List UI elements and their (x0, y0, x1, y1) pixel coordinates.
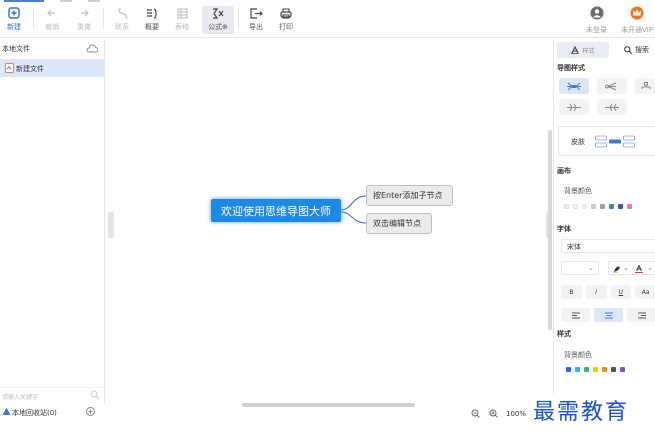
zoom-in-icon[interactable] (489, 409, 498, 420)
root-topic[interactable]: 欢迎使用思维导图大师 (211, 199, 341, 222)
tab-style-label: 样式 (582, 47, 595, 55)
color-swatch[interactable] (573, 204, 578, 209)
child-topic[interactable]: 双击编辑节点 (366, 213, 432, 234)
color-swatch[interactable] (627, 204, 632, 209)
color-swatch[interactable] (566, 367, 571, 372)
tab-search[interactable]: 搜索 (624, 42, 649, 58)
font-family-select[interactable]: 宋体 (561, 239, 655, 253)
structure-fishbone-button[interactable] (559, 99, 589, 115)
chevron-down-icon: ⌄ (647, 264, 653, 272)
text-style-icon (571, 46, 580, 54)
color-swatch[interactable] (602, 367, 607, 372)
font-family-value: 宋体 (567, 243, 581, 251)
right-structure-icon (604, 82, 620, 91)
font-color-select[interactable]: ⌄ ⌄ (608, 261, 655, 275)
structure-mindmap-button[interactable] (559, 78, 589, 94)
panel-tabs: 样式 搜索 (554, 42, 655, 58)
color-swatch[interactable] (584, 367, 589, 372)
tab-style[interactable]: 样式 (557, 42, 609, 58)
zoom-level: 100% (506, 410, 527, 418)
tab-search-label: 搜索 (635, 46, 649, 54)
case-button[interactable]: Aa (635, 285, 655, 299)
align-left-button[interactable] (561, 308, 590, 322)
skin-preview-icon (595, 135, 635, 150)
mindmap-structure-icon (566, 82, 582, 91)
vertical-scrollbar[interactable] (548, 130, 552, 330)
skin-label: 皮肤 (571, 138, 585, 146)
mindmap-app: 新建 撤销 重做 联系 概要 表格 公式⊕ 导出 打印 未登录 未开通VIP 本… (0, 0, 655, 441)
structure-timeline-button[interactable] (597, 99, 627, 115)
color-swatch[interactable] (582, 204, 587, 209)
underline-button[interactable]: U (610, 285, 632, 299)
color-swatch[interactable] (564, 204, 569, 209)
color-swatch[interactable] (593, 367, 598, 372)
horizontal-scrollbar[interactable] (242, 403, 415, 407)
timeline-icon (604, 103, 620, 112)
color-swatch[interactable] (575, 367, 580, 372)
font-format-buttons: B I U Aa (561, 285, 655, 299)
org-structure-icon (639, 81, 653, 91)
map-style-heading: 导图样式 (557, 64, 585, 72)
align-right-icon (637, 312, 646, 319)
italic-button[interactable]: I (585, 285, 607, 299)
fishbone-icon (566, 103, 582, 112)
skin-selector[interactable]: 皮肤 (558, 126, 655, 156)
align-center-button[interactable] (594, 308, 623, 322)
watermark-text: 最需教育 (533, 394, 630, 426)
style-color-swatches (566, 367, 625, 372)
zoom-out-icon[interactable] (471, 409, 480, 420)
canvas-color-swatches (564, 204, 632, 209)
text-align-buttons (561, 308, 655, 322)
highlight-pen-icon (613, 265, 621, 273)
font-heading: 字体 (557, 225, 571, 233)
child-topic[interactable]: 按Enter添加子节点 (366, 185, 453, 206)
style-panel: 样式 搜索 导图样式 皮肤 画布 背景颜色 字体 宋体 ⌄ ⌄ ⌄ B I U … (553, 40, 655, 421)
color-swatch[interactable] (600, 204, 605, 209)
color-swatch[interactable] (609, 204, 614, 209)
font-size-select[interactable]: ⌄ (561, 261, 599, 275)
align-left-icon (571, 312, 580, 319)
color-swatch[interactable] (618, 204, 623, 209)
color-swatch[interactable] (591, 204, 596, 209)
style-heading: 样式 (557, 330, 571, 338)
color-swatch[interactable] (620, 367, 625, 372)
color-swatch[interactable] (611, 367, 616, 372)
search-icon (624, 46, 632, 54)
style-bg-color-label: 背景颜色 (564, 351, 592, 359)
chevron-down-icon: ⌄ (588, 264, 594, 272)
canvas-bg-color-label: 背景颜色 (564, 187, 592, 195)
align-right-button[interactable] (627, 308, 655, 322)
structure-right-button[interactable] (597, 78, 627, 94)
align-center-icon (604, 312, 613, 319)
bold-button[interactable]: B (561, 285, 582, 299)
canvas-heading: 画布 (557, 167, 571, 175)
font-color-icon (635, 265, 643, 273)
chevron-down-icon: ⌄ (623, 264, 629, 272)
collapse-left-handle[interactable] (108, 212, 114, 238)
structure-org-button[interactable] (635, 78, 655, 94)
